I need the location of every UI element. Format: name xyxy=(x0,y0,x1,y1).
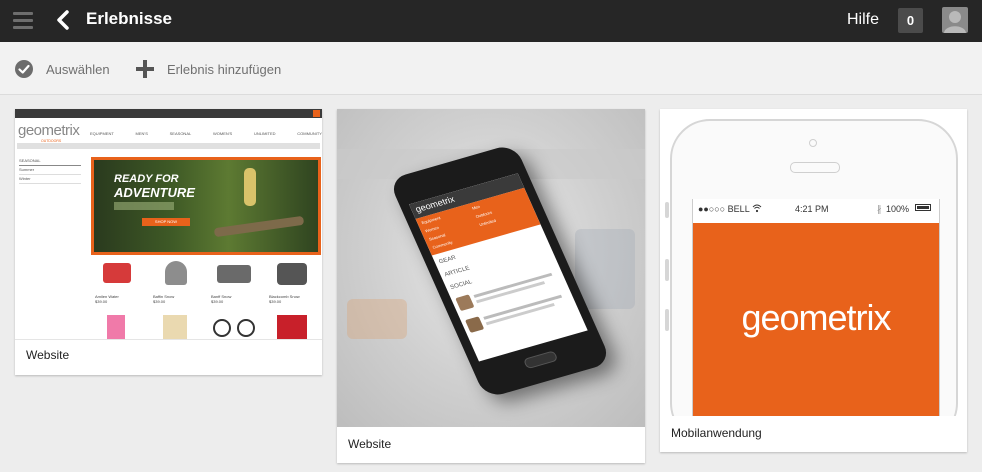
site-nav-item: UNLIMITED xyxy=(253,131,276,136)
hero-line2: ADVENTURE xyxy=(114,185,195,200)
site-nav-item: WOMEN'S xyxy=(212,131,233,136)
product-price: $39.00 xyxy=(95,299,108,304)
product-price: $39.00 xyxy=(269,299,282,304)
add-experience-label: Erlebnis hinzufügen xyxy=(167,61,282,77)
check-circle-icon xyxy=(15,60,33,78)
select-label: Auswählen xyxy=(46,61,110,77)
bluetooth-icon: ∦ xyxy=(877,204,882,214)
top-bar: Erlebnisse Hilfe 0 xyxy=(0,0,982,42)
phone-menu-item: Unlimited xyxy=(478,217,497,228)
hiker-figure xyxy=(244,168,256,206)
site-top-strip xyxy=(15,109,322,118)
site-sidebar-item: SEASONAL xyxy=(19,157,81,166)
battery-percent: 100% xyxy=(886,204,910,214)
site-nav-item: MEN'S xyxy=(135,131,148,136)
plus-icon xyxy=(136,60,154,78)
product-tile: Blackcomb Snow $39.00 xyxy=(265,257,321,339)
phone-menu-item: Women xyxy=(424,225,440,234)
product-tile: Amilen Water $39.00 xyxy=(91,257,147,339)
phone-menu-item: Outdoors xyxy=(474,209,493,219)
site-sidebar: SEASONAL Summer Winter xyxy=(19,157,81,184)
card-label: Website xyxy=(26,348,70,362)
user-silhouette-icon xyxy=(944,11,966,33)
log xyxy=(213,215,305,238)
carrier: ●●○○○ BELL xyxy=(698,204,750,214)
back-arrow-icon[interactable] xyxy=(54,9,72,31)
site-nav: EQUIPMENT MEN'S SEASONAL WOMEN'S UNLIMIT… xyxy=(90,131,322,136)
add-experience-button[interactable]: Erlebnis hinzufügen xyxy=(135,59,281,79)
hero-line1: READY FOR xyxy=(114,173,179,185)
experience-card-mobile-app[interactable]: ●●○○○ BELL 4:21 PM ∦ 100% geometrix Mobi… xyxy=(660,109,967,452)
card-thumbnail: geometrix Equipment Men Women Outdoors S… xyxy=(337,109,645,427)
phone-section: ARTICLE xyxy=(443,265,471,279)
card-thumbnail: ●●○○○ BELL 4:21 PM ∦ 100% geometrix xyxy=(660,109,967,416)
site-nav-item: EQUIPMENT xyxy=(90,131,114,136)
site-sidebar-item: Winter xyxy=(19,175,81,184)
hero-shop-button: SHOP NOW xyxy=(142,218,190,226)
phone-menu-item: Community xyxy=(431,239,454,250)
phone-menu-item: Men xyxy=(471,203,481,211)
phone-section: SOCIAL xyxy=(449,279,474,291)
phone-menu-item: Seasonal xyxy=(427,232,447,242)
notification-badge[interactable]: 0 xyxy=(898,8,923,33)
status-time: 4:21 PM xyxy=(795,204,829,214)
product-price: $39.00 xyxy=(153,299,166,304)
select-button[interactable]: Auswählen xyxy=(14,59,110,79)
card-label: Mobilanwendung xyxy=(671,426,762,440)
site-logo: geometrix xyxy=(18,122,80,139)
wifi-icon xyxy=(752,204,762,213)
app-screen: ●●○○○ BELL 4:21 PM ∦ 100% geometrix xyxy=(692,199,940,416)
experience-card-website-mobile[interactable]: geometrix Equipment Men Women Outdoors S… xyxy=(337,109,645,463)
experience-card-website-desktop[interactable]: geometrix OUTDOORS EQUIPMENT MEN'S SEASO… xyxy=(15,109,322,375)
site-breadcrumb xyxy=(17,143,320,149)
product-price: $39.00 xyxy=(211,299,224,304)
phone-menu-item: Equipment xyxy=(420,215,442,226)
user-avatar[interactable] xyxy=(942,7,968,33)
action-bar: Auswählen Erlebnis hinzufügen xyxy=(0,42,982,95)
hamburger-menu-icon[interactable] xyxy=(13,12,33,29)
app-splash-logo: geometrix xyxy=(741,297,891,338)
card-thumbnail: geometrix OUTDOORS EQUIPMENT MEN'S SEASO… xyxy=(15,109,322,340)
battery-icon xyxy=(915,204,931,211)
status-bar: ●●○○○ BELL 4:21 PM ∦ 100% xyxy=(693,199,939,220)
page-title: Erlebnisse xyxy=(86,9,172,28)
product-tile: Banff Snow $39.00 xyxy=(207,257,263,339)
product-tile: Baffin Snow $39.00 xyxy=(149,257,205,339)
help-link[interactable]: Hilfe xyxy=(847,11,879,29)
phone-section: GEAR xyxy=(438,255,458,266)
card-label: Website xyxy=(348,437,392,451)
site-nav-item: COMMUNITY xyxy=(297,131,322,136)
phone-screen: geometrix Equipment Men Women Outdoors S… xyxy=(409,173,588,362)
site-sidebar-item: Summer xyxy=(19,166,81,175)
app-splash: geometrix xyxy=(693,223,939,416)
site-product-grid: Amilen Water $39.00 Baffin Snow $39.00 B… xyxy=(91,257,321,339)
site-nav-item: SEASONAL xyxy=(169,131,192,136)
site-hero-banner: READY FOR ADVENTURE SHOP NOW xyxy=(91,157,321,255)
